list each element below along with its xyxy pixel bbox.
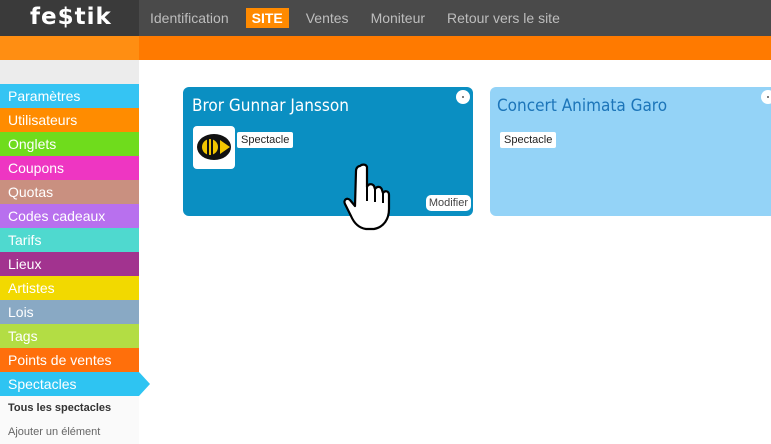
card-options-icon[interactable] bbox=[761, 90, 771, 104]
main-nav: Identification SITE Ventes Moniteur Reto… bbox=[139, 0, 571, 36]
sidebar-item-lieux[interactable]: Lieux bbox=[0, 252, 139, 276]
sidebar-item-lois[interactable]: Lois bbox=[0, 300, 139, 324]
spectacle-card[interactable]: Concert Animata Garo Spectacle bbox=[490, 87, 771, 216]
sidebar-item-onglets[interactable]: Onglets bbox=[0, 132, 139, 156]
sidebar-item-codes-cadeaux[interactable]: Codes cadeaux bbox=[0, 204, 139, 228]
app-logo[interactable]: fe$tik bbox=[0, 0, 139, 36]
thumbnail-logo-icon bbox=[194, 131, 234, 163]
sub-header-bar-left bbox=[0, 36, 139, 60]
sidebar-spacer bbox=[0, 60, 139, 84]
nav-ventes[interactable]: Ventes bbox=[295, 0, 360, 36]
spectacle-card[interactable]: Bror Gunnar Jansson Spectacle Modifier bbox=[183, 87, 473, 216]
sidebar-item-coupons[interactable]: Coupons bbox=[0, 156, 139, 180]
nav-site[interactable]: SITE bbox=[245, 8, 289, 28]
modify-button[interactable]: Modifier bbox=[425, 195, 471, 211]
card-tag: Spectacle bbox=[500, 132, 557, 148]
logo-text: fe$tik bbox=[30, 4, 112, 30]
card-title: Concert Animata Garo bbox=[497, 96, 668, 116]
card-tag: Spectacle bbox=[237, 132, 294, 148]
sidebar: Paramètres Utilisateurs Onglets Coupons … bbox=[0, 84, 150, 444]
sidebar-item-artistes[interactable]: Artistes bbox=[0, 276, 139, 300]
nav-retour-site[interactable]: Retour vers le site bbox=[436, 0, 571, 36]
nav-moniteur[interactable]: Moniteur bbox=[360, 0, 436, 36]
top-bar: fe$tik Identification SITE Ventes Monite… bbox=[0, 0, 771, 36]
sidebar-item-tarifs[interactable]: Tarifs bbox=[0, 228, 139, 252]
sidebar-item-spectacles[interactable]: Spectacles bbox=[0, 372, 150, 396]
sidebar-item-parametres[interactable]: Paramètres bbox=[0, 84, 139, 108]
spectacle-thumbnail bbox=[193, 126, 235, 169]
card-title: Bror Gunnar Jansson bbox=[192, 96, 349, 116]
sidebar-item-tags[interactable]: Tags bbox=[0, 324, 139, 348]
sidebar-item-utilisateurs[interactable]: Utilisateurs bbox=[0, 108, 139, 132]
nav-identification[interactable]: Identification bbox=[139, 0, 240, 36]
hand-pointer-icon bbox=[343, 163, 391, 231]
sidebar-subitem-add-element[interactable]: Ajouter un élément bbox=[0, 420, 139, 444]
sub-header-bar bbox=[0, 36, 771, 60]
card-options-icon[interactable] bbox=[456, 90, 470, 104]
sidebar-item-points-de-ventes[interactable]: Points de ventes bbox=[0, 348, 139, 372]
sidebar-item-quotas[interactable]: Quotas bbox=[0, 180, 139, 204]
sidebar-subitem-all-spectacles[interactable]: Tous les spectacles bbox=[0, 396, 139, 420]
